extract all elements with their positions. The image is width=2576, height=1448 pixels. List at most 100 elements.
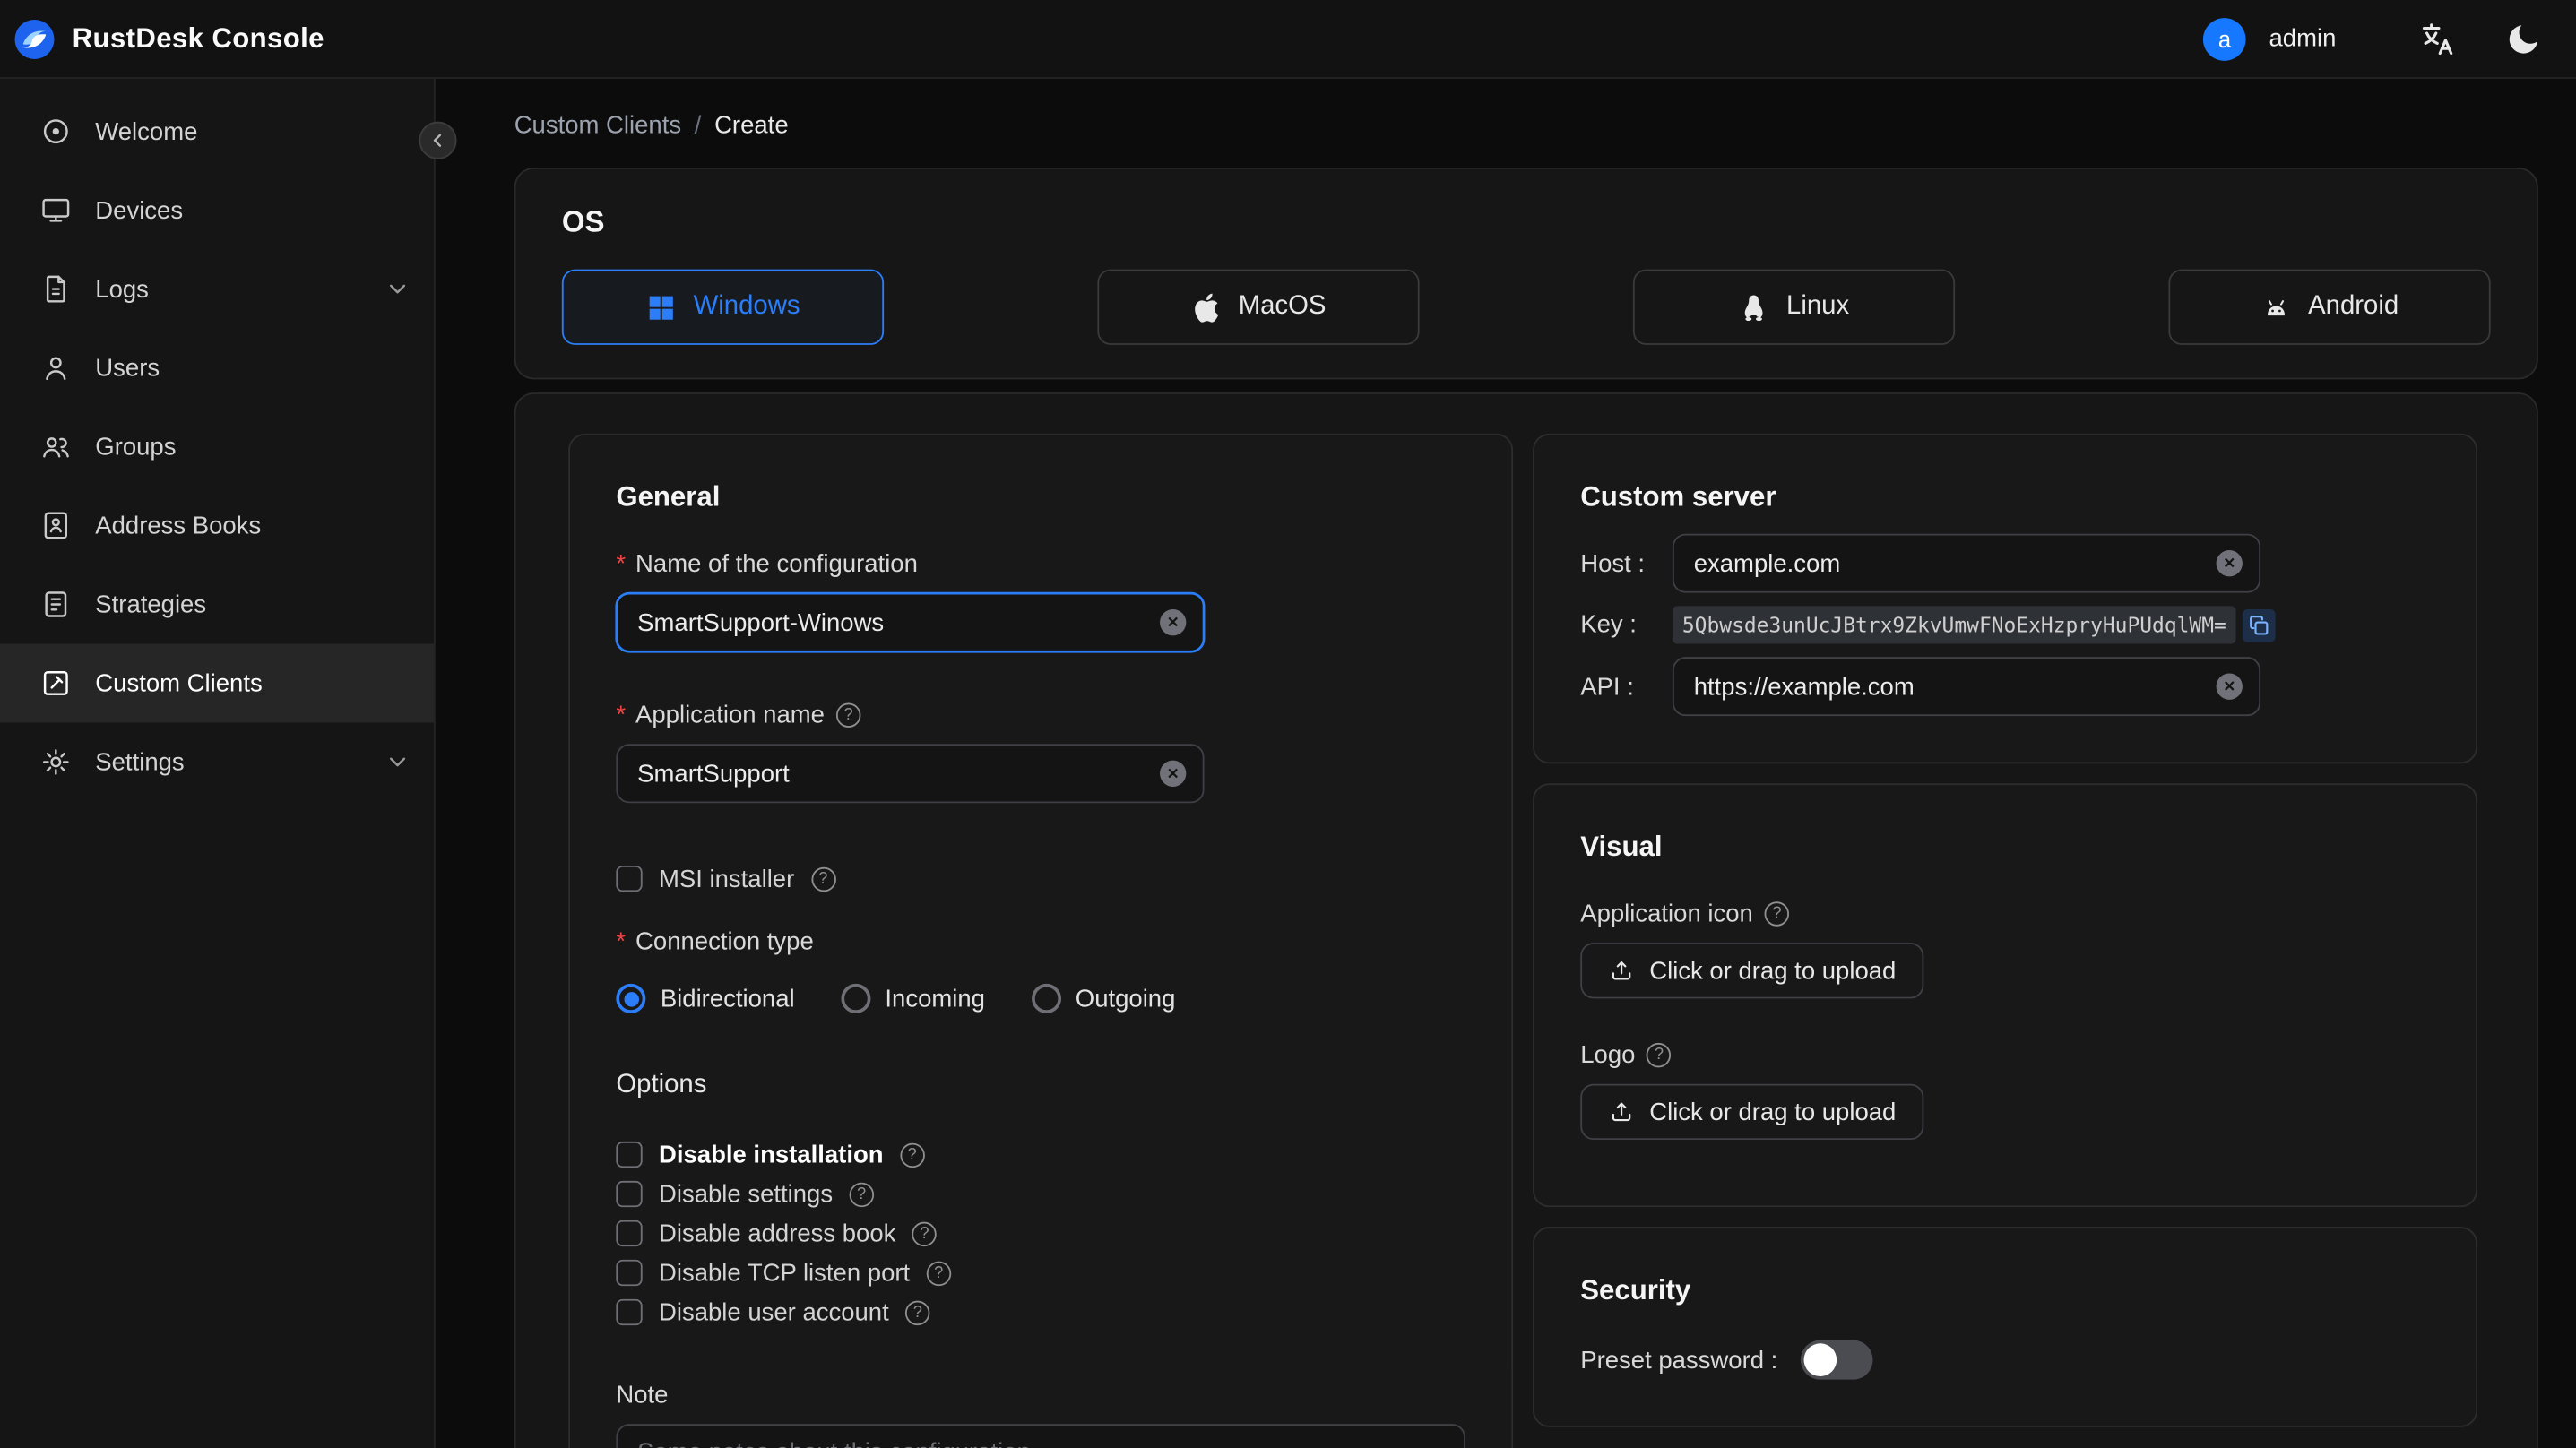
- sidebar-item-label: Strategies: [95, 590, 207, 619]
- disable-tcp-listen-port-checkbox[interactable]: [616, 1259, 643, 1287]
- radio-label: Outgoing: [1075, 984, 1176, 1013]
- sidebar-item-label: Address Books: [95, 511, 262, 540]
- os-button-windows[interactable]: Windows: [561, 269, 885, 345]
- strategies-icon: [39, 588, 73, 621]
- main-content: Custom Clients / Create OS Windows MacOS: [436, 79, 2576, 1448]
- clear-icon[interactable]: [2216, 550, 2243, 577]
- preset-password-label: Preset password :: [1580, 1346, 1778, 1375]
- option-disable-tcp-listen-port: Disable TCP listen port: [616, 1254, 1465, 1293]
- language-icon[interactable]: [2418, 19, 2458, 58]
- api-row: API :: [1580, 657, 2430, 717]
- breadcrumb: Custom Clients / Create: [514, 108, 2538, 142]
- os-button-label: Windows: [693, 292, 800, 321]
- help-icon[interactable]: [905, 1299, 930, 1325]
- custom-server-title: Custom server: [1580, 481, 1776, 513]
- linux-icon: [1739, 291, 1770, 323]
- top-right-controls: a admin: [2203, 17, 2543, 60]
- options-title: Options: [616, 1071, 707, 1099]
- option-disable-user-account: Disable user account: [616, 1292, 1465, 1332]
- sidebar-item-label: Devices: [95, 196, 184, 225]
- help-icon[interactable]: [849, 1181, 874, 1207]
- help-icon[interactable]: [1764, 901, 1790, 926]
- options-list: Disable installation Disable settings Di…: [616, 1135, 1465, 1332]
- radio-incoming[interactable]: Incoming: [840, 983, 985, 1013]
- msi-installer-row: MSI installer: [616, 859, 1465, 899]
- radio-label: Bidirectional: [660, 984, 795, 1013]
- groups-icon: [39, 430, 73, 463]
- logo-label-text: Logo: [1580, 1040, 1636, 1069]
- disable-address-book-checkbox[interactable]: [616, 1220, 643, 1247]
- key-row: Key : 5Qbwsde3unUcJBtrx9ZkvUmwFNoExHzpry…: [1580, 606, 2430, 644]
- settings-icon: [39, 746, 73, 779]
- os-button-android[interactable]: Android: [2168, 269, 2491, 345]
- sidebar-collapse-button[interactable]: [419, 121, 457, 159]
- config-name-input[interactable]: [637, 608, 1151, 637]
- sidebar-item-users[interactable]: Users: [0, 329, 434, 408]
- help-icon[interactable]: [912, 1220, 938, 1246]
- radio-icon: [840, 983, 870, 1013]
- clear-icon[interactable]: [2216, 673, 2243, 700]
- preset-password-row: Preset password :: [1580, 1340, 2430, 1380]
- sidebar-item-strategies[interactable]: Strategies: [0, 565, 434, 644]
- help-icon[interactable]: [899, 1142, 925, 1168]
- preset-password-toggle[interactable]: [1800, 1340, 1873, 1380]
- disable-user-account-checkbox[interactable]: [616, 1298, 643, 1326]
- application-name-input[interactable]: [637, 759, 1151, 788]
- sidebar-item-logs[interactable]: Logs: [0, 250, 434, 329]
- radio-outgoing[interactable]: Outgoing: [1031, 983, 1176, 1013]
- note-textarea[interactable]: [616, 1424, 1465, 1448]
- general-title: General: [616, 481, 721, 513]
- user-name: admin: [2269, 24, 2337, 53]
- connection-type-label: Connection type: [616, 925, 1465, 958]
- copy-icon[interactable]: [2243, 608, 2276, 642]
- sidebar-item-address-books[interactable]: Address Books: [0, 487, 434, 565]
- clear-icon[interactable]: [1160, 760, 1187, 787]
- clear-icon[interactable]: [1160, 609, 1187, 636]
- key-value: 5Qbwsde3unUcJBtrx9ZkvUmwFNoExHzpryHuPUdq…: [1672, 606, 2236, 644]
- help-icon[interactable]: [835, 702, 861, 728]
- application-icon-label: Application icon: [1580, 897, 2430, 930]
- custom-clients-icon: [39, 667, 73, 700]
- radio-icon: [1031, 983, 1061, 1013]
- msi-installer-checkbox[interactable]: [616, 865, 643, 892]
- api-input[interactable]: [1693, 672, 2207, 701]
- security-title: Security: [1580, 1274, 1691, 1306]
- os-button-linux[interactable]: Linux: [1632, 269, 1956, 345]
- help-icon[interactable]: [810, 866, 836, 892]
- sidebar-item-devices[interactable]: Devices: [0, 171, 434, 250]
- sidebar-item-label: Groups: [95, 432, 177, 461]
- sidebar-item-label: Settings: [95, 747, 185, 777]
- logo-upload-button[interactable]: Click or drag to upload: [1580, 1083, 1924, 1141]
- os-panel-title: OS: [561, 205, 605, 238]
- application-name-label: Application name: [616, 698, 1465, 731]
- right-column: Custom server Host : Key : 5Qbwsde3unUcJ…: [1533, 433, 2478, 1427]
- general-card: General Name of the configuration Applic…: [568, 433, 1514, 1448]
- breadcrumb-parent[interactable]: Custom Clients: [514, 111, 681, 139]
- application-icon-label-text: Application icon: [1580, 899, 1753, 927]
- sidebar-item-settings[interactable]: Settings: [0, 722, 434, 801]
- radio-label: Incoming: [885, 984, 985, 1013]
- disable-settings-checkbox[interactable]: [616, 1180, 643, 1208]
- application-name-field: [616, 744, 1205, 804]
- user-avatar[interactable]: a: [2203, 17, 2246, 60]
- application-icon-upload-button[interactable]: Click or drag to upload: [1580, 943, 1924, 999]
- host-input[interactable]: [1693, 549, 2207, 578]
- upload-button-label: Click or drag to upload: [1649, 956, 1897, 985]
- breadcrumb-current: Create: [714, 110, 789, 139]
- radio-bidirectional[interactable]: Bidirectional: [616, 983, 795, 1013]
- os-button-macos[interactable]: MacOS: [1097, 269, 1420, 345]
- help-icon[interactable]: [1647, 1041, 1672, 1067]
- os-options-row: Windows MacOS Linux Android: [561, 269, 2491, 345]
- app-title: RustDesk Console: [72, 22, 324, 54]
- msi-installer-label: MSI installer: [658, 865, 795, 893]
- option-label: Disable settings: [658, 1179, 834, 1209]
- sidebar-item-label: Welcome: [95, 117, 198, 146]
- sidebar-item-welcome[interactable]: Welcome: [0, 92, 434, 171]
- dark-mode-icon[interactable]: [2503, 19, 2543, 58]
- app-root: RustDesk Console a admin Welcome Devices…: [0, 0, 2576, 1448]
- sidebar-item-custom-clients[interactable]: Custom Clients: [0, 643, 434, 723]
- sidebar-item-groups[interactable]: Groups: [0, 408, 434, 487]
- create-form-panel: General Name of the configuration Applic…: [514, 392, 2538, 1448]
- help-icon[interactable]: [926, 1260, 951, 1286]
- disable-installation-checkbox[interactable]: [616, 1141, 643, 1168]
